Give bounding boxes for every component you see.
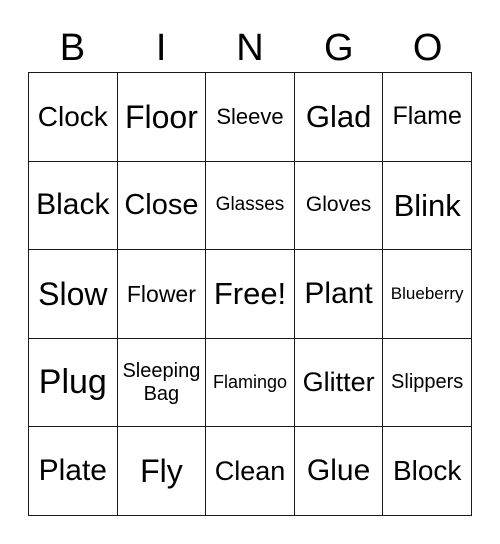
bingo-cell[interactable]: Fly — [117, 427, 207, 516]
bingo-cell-label: Black — [36, 188, 110, 222]
bingo-cell[interactable]: Glad — [294, 73, 384, 162]
bingo-cell[interactable]: Plate — [29, 427, 118, 516]
bingo-cell[interactable]: Block — [383, 427, 472, 516]
bingo-header-letter-n: N — [236, 27, 264, 69]
bingo-cell-label: Free! — [213, 276, 287, 312]
bingo-header-letter-b: B — [59, 27, 86, 69]
bingo-cell-label: Glitter — [302, 367, 375, 397]
bingo-cell[interactable]: Floor — [117, 73, 207, 162]
bingo-cell-label: Glue — [306, 453, 371, 487]
bingo-cell[interactable]: Glasses — [206, 161, 295, 251]
bingo-header-letter-i: I — [155, 27, 167, 69]
bingo-cell-label: Blink — [393, 187, 461, 223]
bingo-cell-label: Sleeping Bag — [122, 360, 201, 405]
bingo-cell[interactable]: Plant — [294, 250, 384, 339]
bingo-cell-label: Flame — [392, 102, 462, 131]
bingo-header-letter-o: O — [412, 27, 443, 69]
bingo-cell[interactable]: Slippers — [383, 338, 472, 428]
bingo-cell-label: Block — [392, 455, 462, 487]
bingo-cell[interactable]: Flower — [117, 250, 207, 339]
bingo-cell-label: Flower — [126, 280, 196, 307]
bingo-cell-label: Clock — [37, 100, 108, 132]
bingo-cell-label: Glad — [305, 99, 372, 135]
bingo-header-letter-g: G — [324, 27, 354, 69]
bingo-cell[interactable]: Glue — [294, 427, 384, 516]
bingo-cell-label: Plant — [304, 276, 373, 310]
bingo-card: B I N G O Clock Floor Sleeve Glad Flame … — [28, 8, 472, 516]
bingo-cell-label: Close — [124, 188, 199, 221]
bingo-cell[interactable]: Plug — [29, 338, 118, 428]
bingo-cell[interactable]: Blueberry — [383, 250, 472, 339]
bingo-cell[interactable]: Blink — [383, 161, 472, 251]
bingo-cell-label: Flamingo — [212, 371, 287, 392]
bingo-cell[interactable]: Sleeping Bag — [117, 338, 207, 428]
bingo-cell-label: Sleeve — [216, 103, 284, 129]
bingo-cell-label: Floor — [124, 98, 198, 135]
bingo-cell-free-space[interactable]: Free! — [206, 250, 295, 339]
bingo-cell-label: Clean — [214, 455, 286, 486]
bingo-cell-label: Plug — [38, 363, 107, 402]
bingo-cell-label: Gloves — [305, 193, 372, 217]
bingo-cell[interactable]: Flame — [383, 73, 472, 162]
bingo-cell[interactable]: Close — [117, 161, 207, 251]
bingo-cell[interactable]: Glitter — [294, 338, 384, 428]
bingo-cell[interactable]: Sleeve — [206, 73, 295, 162]
bingo-cell[interactable]: Gloves — [294, 161, 384, 251]
bingo-grid: Clock Floor Sleeve Glad Flame Black Clos… — [28, 72, 472, 516]
bingo-cell-label: Glasses — [215, 194, 285, 216]
bingo-cell-label: Slow — [38, 275, 108, 312]
bingo-cell-label: Plate — [38, 453, 107, 487]
bingo-cell-label: Blueberry — [390, 283, 464, 303]
bingo-cell[interactable]: Flamingo — [206, 338, 295, 428]
bingo-cell[interactable]: Slow — [29, 250, 118, 339]
bingo-cell-label: Slippers — [391, 370, 464, 393]
bingo-cell[interactable]: Clock — [29, 73, 118, 162]
bingo-cell[interactable]: Black — [29, 161, 118, 251]
bingo-cell-label: Fly — [140, 452, 183, 489]
bingo-cell[interactable]: Clean — [206, 427, 295, 516]
bingo-header-row: B I N G O — [28, 8, 472, 72]
